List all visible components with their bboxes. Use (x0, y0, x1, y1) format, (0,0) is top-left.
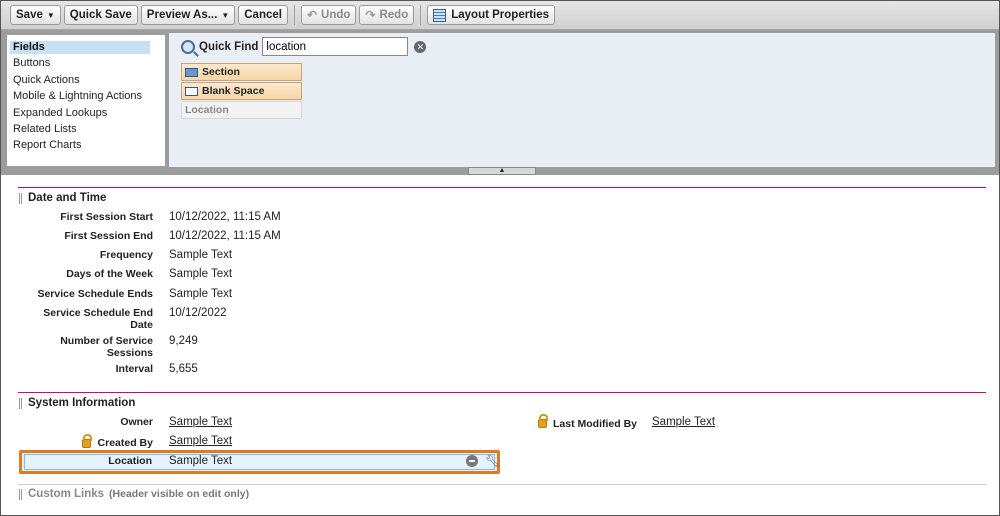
blank-space-icon (185, 86, 198, 96)
quick-find-input[interactable] (262, 37, 409, 56)
layout-properties-label: Layout Properties (451, 9, 550, 21)
field-value-location: Sample Text (169, 455, 233, 467)
section-header-custom-links[interactable]: Custom Links (Header visible on edit onl… (19, 488, 249, 500)
save-label: Save (16, 9, 43, 21)
field-label: Interval (115, 363, 153, 375)
layout-properties-button[interactable]: Layout Properties (427, 5, 556, 25)
section-header-date-time[interactable]: Date and Time (19, 192, 106, 204)
lock-icon (538, 414, 548, 428)
field-label-location: Location (108, 455, 152, 467)
field-label: Service Schedule Ends (37, 288, 153, 300)
preview-as-label: Preview As... (146, 9, 218, 21)
palette-items-panel: Quick Find ✕ Section Blank Space Locatio… (169, 33, 995, 167)
dropdown-arrow-icon: ▼ (221, 10, 230, 20)
toolbar: Save ▼ Quick Save Preview As... ▼ Cancel ↶… (1, 1, 999, 30)
section-divider (18, 484, 986, 485)
palette-item-section[interactable]: Section (181, 63, 302, 81)
section-title: System Information (28, 397, 136, 409)
field-value-owner[interactable]: Sample Text (169, 416, 232, 429)
quick-find: Quick Find ✕ (181, 37, 427, 56)
section-divider (18, 392, 986, 393)
redo-label: Redo (379, 9, 409, 21)
field-label: First Session Start (60, 211, 153, 223)
drag-handle-icon[interactable] (19, 397, 22, 409)
palette-item-label: Section (202, 66, 240, 78)
section-title: Date and Time (28, 192, 107, 204)
quick-save-button[interactable]: Quick Save (63, 5, 138, 25)
field-label: Number of Service Sessions (60, 335, 153, 359)
field-value: 9,249 (169, 335, 198, 347)
field-value: 10/12/2022, 11:15 AM (169, 230, 281, 242)
wrench-icon[interactable]: 🔧︎ (485, 455, 500, 467)
section-icon (185, 67, 198, 77)
field-label-created-by: Created By (97, 437, 153, 449)
palette: Fields Buttons Quick Actions Mobile & Li… (1, 30, 999, 175)
redo-button[interactable]: ↷ Redo (359, 5, 415, 25)
page-layout-editor: Save ▼ Quick Save Preview As... ▼ Cancel ↶… (0, 0, 1000, 516)
field-value: Sample Text (169, 249, 233, 261)
section-divider (18, 187, 986, 188)
field-label: Days of the Week (66, 268, 153, 280)
field-label-owner: Owner (120, 416, 153, 428)
quick-find-label: Quick Find (199, 40, 259, 53)
palette-item-blank-space[interactable]: Blank Space (181, 82, 302, 100)
collapse-palette-handle[interactable]: ▲ (468, 167, 536, 175)
palette-item-label: Location (185, 104, 229, 116)
undo-icon: ↶ (306, 8, 318, 22)
section-title: Custom Links (28, 488, 105, 500)
undo-label: Undo (321, 9, 351, 21)
cancel-button[interactable]: Cancel (238, 5, 288, 25)
category-fields[interactable]: Fields (10, 41, 150, 54)
category-expanded-lookups[interactable]: Expanded Lookups (10, 107, 150, 120)
drag-handle-icon[interactable] (19, 192, 22, 204)
section-header-system-information[interactable]: System Information (19, 397, 135, 409)
category-quick-actions[interactable]: Quick Actions (10, 74, 150, 87)
search-icon (181, 39, 195, 54)
field-label: First Session End (64, 230, 153, 242)
layout-canvas: Date and Time First Session Start 10/12/… (1, 177, 999, 515)
save-button[interactable]: Save ▼ (10, 5, 61, 25)
field-value: 10/12/2022, 11:15 AM (169, 211, 281, 223)
redo-icon: ↷ (365, 8, 376, 22)
field-label: Service Schedule End Date (43, 307, 153, 331)
drag-handle-icon[interactable] (19, 488, 22, 500)
category-report-charts[interactable]: Report Charts (10, 139, 150, 152)
field-value: Sample Text (169, 268, 233, 280)
field-value: Sample Text (169, 288, 233, 300)
palette-item-label: Blank Space (202, 85, 265, 97)
palette-item-location[interactable]: Location (181, 101, 302, 119)
toolbar-divider (293, 5, 295, 25)
field-value: 5,655 (169, 363, 198, 375)
field-value: 10/12/2022 (169, 307, 227, 319)
toolbar-divider (420, 5, 422, 25)
remove-icon[interactable] (466, 455, 478, 467)
category-buttons[interactable]: Buttons (10, 57, 150, 70)
field-label: Frequency (99, 249, 153, 261)
field-value-created-by[interactable]: Sample Text (169, 435, 232, 448)
category-mobile-lightning-actions[interactable]: Mobile & Lightning Actions (10, 90, 150, 103)
section-subtitle: (Header visible on edit only) (109, 488, 250, 500)
palette-category-list: Fields Buttons Quick Actions Mobile & Li… (7, 35, 165, 166)
field-label-last-modified-by: Last Modified By (553, 418, 638, 430)
category-related-lists[interactable]: Related Lists (10, 123, 150, 136)
undo-button[interactable]: ↶ Undo (300, 5, 357, 25)
preview-as-button[interactable]: Preview As... ▼ (140, 5, 236, 25)
layout-properties-icon (433, 8, 447, 22)
clear-search-icon[interactable]: ✕ (414, 40, 427, 53)
field-value-last-modified-by[interactable]: Sample Text (652, 416, 715, 429)
dropdown-arrow-icon[interactable]: ▼ (47, 11, 55, 20)
